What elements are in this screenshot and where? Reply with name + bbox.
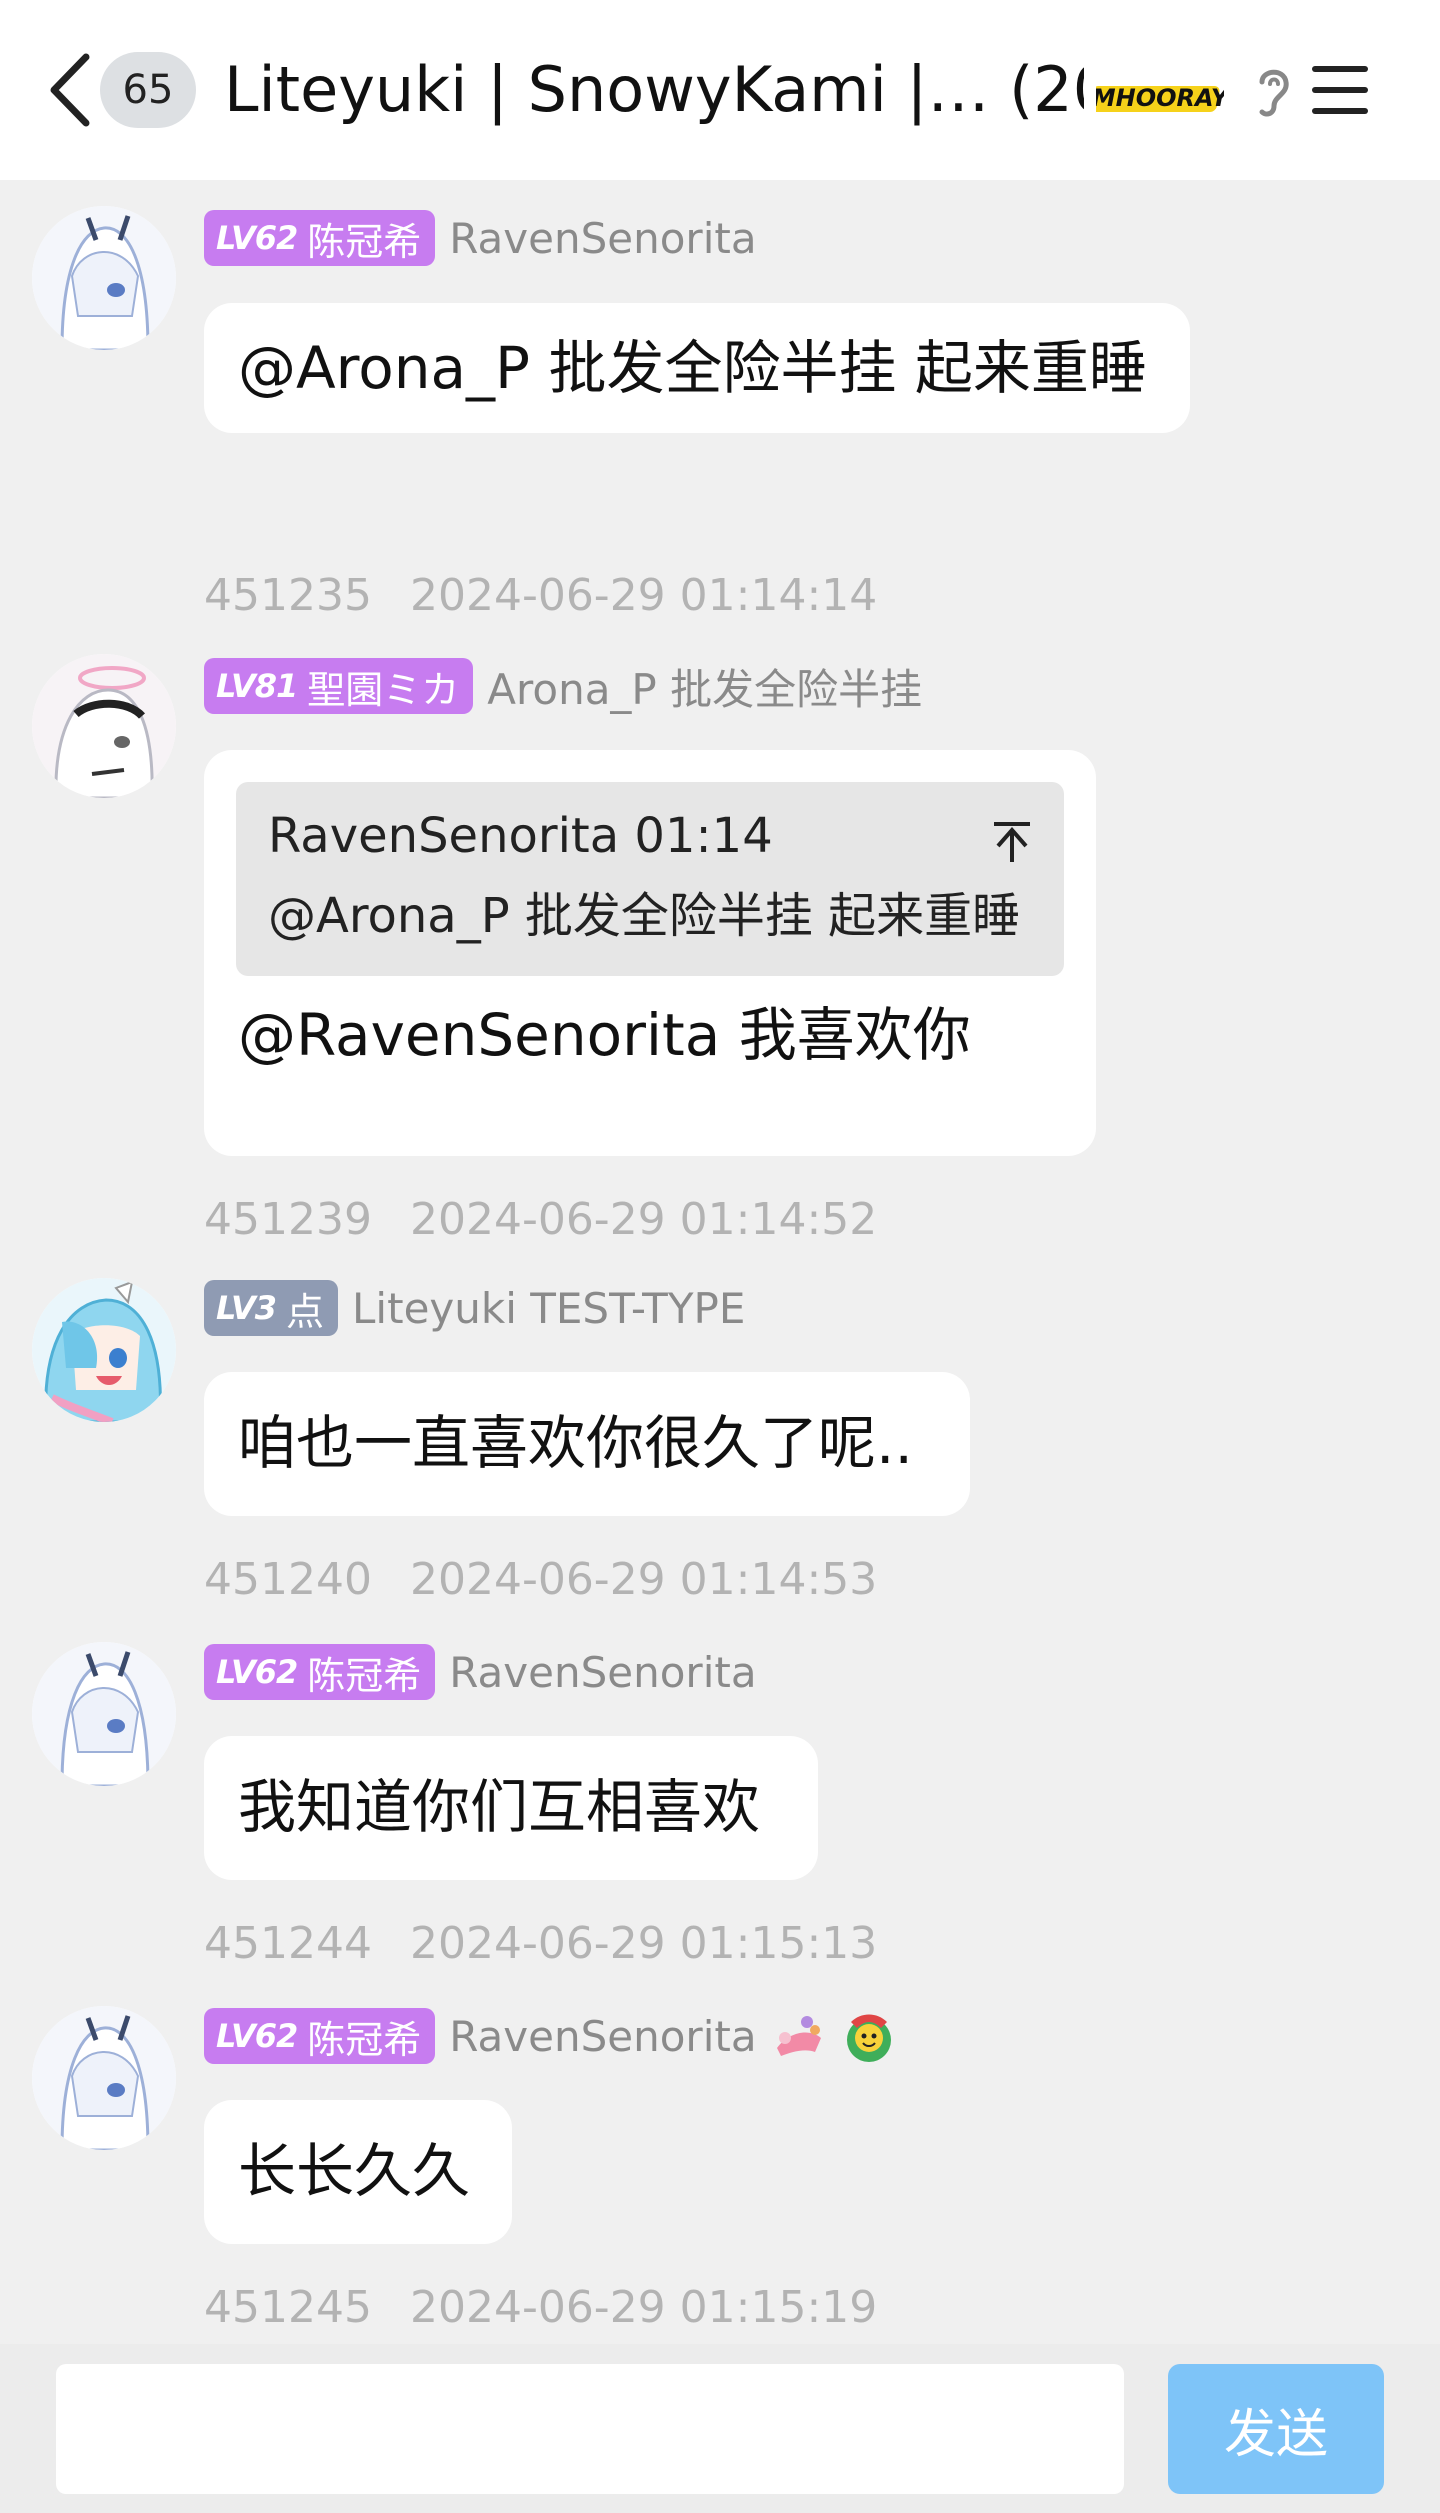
send-button[interactable]: 发送 (1168, 2364, 1384, 2494)
user-avatar[interactable] (32, 1278, 176, 1422)
message-id: 451245 (204, 2282, 372, 2333)
user-avatar[interactable] (32, 1642, 176, 1786)
message-id: 451240 (204, 1554, 372, 1605)
user-name[interactable]: RavenSenorita (449, 214, 756, 263)
message-time: 2024-06-29 01:14:53 (409, 1554, 878, 1605)
chat-header: 65 Liteyuki | SnowyKami |… (207) MHOORAY (0, 0, 1440, 180)
user-avatar[interactable] (32, 206, 176, 350)
message-text: 我知道你们互相喜欢 (238, 1773, 761, 1841)
flower-skateboard-icon (776, 2016, 821, 2056)
message-info: 451240 2024-06-29 01:14:53 (204, 1554, 877, 1605)
message-bubble[interactable]: 我知道你们互相喜欢 (204, 1736, 818, 1880)
group-tag-logo: MHOORAY (1096, 84, 1224, 112)
message-info: 451239 2024-06-29 01:14:52 (204, 1194, 877, 1245)
message-time: 2024-06-29 01:15:19 (409, 2282, 878, 2333)
jump-to-quote-icon[interactable] (990, 820, 1034, 864)
quoted-text: @Arona_P 批发全险半挂 起来重睡 (268, 888, 1021, 944)
user-avatar[interactable] (32, 654, 176, 798)
menu-icon[interactable] (1308, 60, 1372, 120)
quoted-message[interactable]: RavenSenorita 01:14 @Arona_P 批发全险半挂 起来重睡 (236, 782, 1064, 976)
message-text: 长长久久 (238, 2137, 471, 2205)
user-name[interactable]: RavenSenorita (449, 2012, 756, 2061)
message-id: 451235 (204, 570, 372, 621)
message-input-bar: 发送 (0, 2344, 1440, 2513)
message-text: @Arona_P 批发全险半挂 起来重睡 (238, 334, 1147, 402)
user-avatar[interactable] (32, 2006, 176, 2150)
green-face-emoji-icon (846, 2014, 891, 2062)
message-id: 451244 (204, 1918, 372, 1969)
back-button[interactable] (40, 50, 100, 130)
level-badge: LV62 陈冠希 (204, 210, 436, 266)
message-bubble[interactable]: 咱也一直喜欢你很久了呢.. (204, 1372, 970, 1516)
message-text: @RavenSenorita 我喜欢你 (238, 1001, 971, 1069)
white-haired-anime-girl-avatar-icon (32, 2006, 176, 2150)
white-haired-anime-girl-avatar-icon (32, 206, 176, 350)
unread-count-badge[interactable]: 65 (100, 52, 196, 128)
message-time: 2024-06-29 01:15:13 (409, 1918, 878, 1969)
white-haired-anime-girl-avatar-icon (32, 1642, 176, 1786)
blue-haired-anime-girl-avatar-icon (32, 1278, 176, 1422)
white-haired-halo-anime-girl-avatar-icon (32, 654, 176, 798)
user-name[interactable]: RavenSenorita (449, 1648, 756, 1697)
level-badge: LV62 陈冠希 (204, 2008, 436, 2064)
message-info: 451235 2024-06-29 01:14:14 (204, 570, 877, 621)
message-input[interactable] (56, 2364, 1124, 2494)
message-id: 451239 (204, 1194, 372, 1245)
user-name[interactable]: Liteyuki TEST-TYPE (352, 1284, 745, 1333)
level-badge: LV3 点 (204, 1280, 339, 1336)
chat-title[interactable]: Liteyuki | SnowyKami |… (207) (224, 52, 1084, 128)
message-info: 451244 2024-06-29 01:15:13 (204, 1918, 877, 1969)
user-name[interactable]: Arona_P 批发全险半挂 (487, 656, 922, 717)
message-bubble[interactable]: 长长久久 (204, 2100, 512, 2244)
message-bubble[interactable]: @Arona_P 批发全险半挂 起来重睡 (204, 303, 1190, 433)
message-time: 2024-06-29 01:14:52 (409, 1194, 878, 1245)
message-bubble[interactable]: RavenSenorita 01:14 @Arona_P 批发全险半挂 起来重睡… (204, 750, 1096, 1156)
level-badge: LV62 陈冠希 (204, 1644, 436, 1700)
ear-icon[interactable] (1244, 60, 1300, 122)
chevron-left-icon (50, 53, 90, 127)
message-time: 2024-06-29 01:14:14 (409, 570, 878, 621)
level-badge: LV81 聖園ミカ (204, 658, 474, 714)
message-info: 451245 2024-06-29 01:15:19 (204, 2282, 877, 2333)
quoted-author-time: RavenSenorita 01:14 (268, 808, 773, 864)
svg-text:MHOORAY: MHOORAY (1096, 84, 1224, 112)
message-text: 咱也一直喜欢你很久了呢.. (238, 1409, 913, 1477)
